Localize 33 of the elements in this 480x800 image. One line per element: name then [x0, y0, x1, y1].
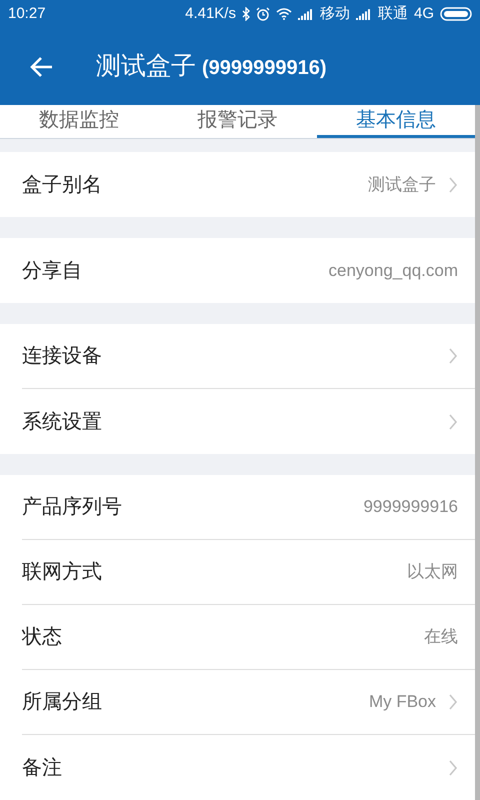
row-value: cenyong_qq.com [328, 260, 458, 282]
row-label: 连接设备 [22, 344, 102, 369]
settings-row[interactable]: 系统设置 [22, 389, 475, 454]
carrier-name: 联通 [378, 4, 408, 24]
settings-row[interactable]: 备注 [22, 735, 475, 800]
carrier-name: 移动 [320, 4, 350, 24]
bluetooth-icon [242, 7, 250, 21]
tab[interactable]: 报警记录 [158, 105, 317, 138]
row-label: 系统设置 [22, 410, 102, 434]
row-label: 盒子别名 [22, 172, 102, 198]
row-value: 在线 [424, 626, 458, 648]
status-time: 10:27 [8, 4, 46, 24]
row-label: 备注 [22, 756, 62, 780]
page-title: 测试盒子 [96, 50, 196, 82]
tab[interactable]: 数据监控 [0, 105, 158, 138]
row-value: 测试盒子 [368, 174, 436, 196]
row-value: 9999999916 [363, 496, 458, 518]
network-speed: 4.41K/s [185, 4, 236, 24]
row-label: 所属分组 [22, 690, 102, 715]
network-type: 4G [414, 4, 434, 24]
back-arrow-icon [30, 56, 54, 78]
signal-icon [356, 8, 372, 20]
wifi-icon [276, 8, 292, 20]
signal-icon [298, 8, 314, 20]
row-label: 产品序列号 [22, 495, 122, 520]
row-label: 联网方式 [22, 560, 102, 585]
alarm-clock-icon [256, 7, 270, 21]
box-id: (9999999916) [202, 56, 327, 81]
row-value: 以太网 [407, 561, 458, 584]
row-label: 分享自 [22, 258, 82, 284]
row-value: My FBox [368, 691, 436, 714]
row-label: 状态 [22, 625, 62, 650]
battery-icon [440, 7, 472, 21]
